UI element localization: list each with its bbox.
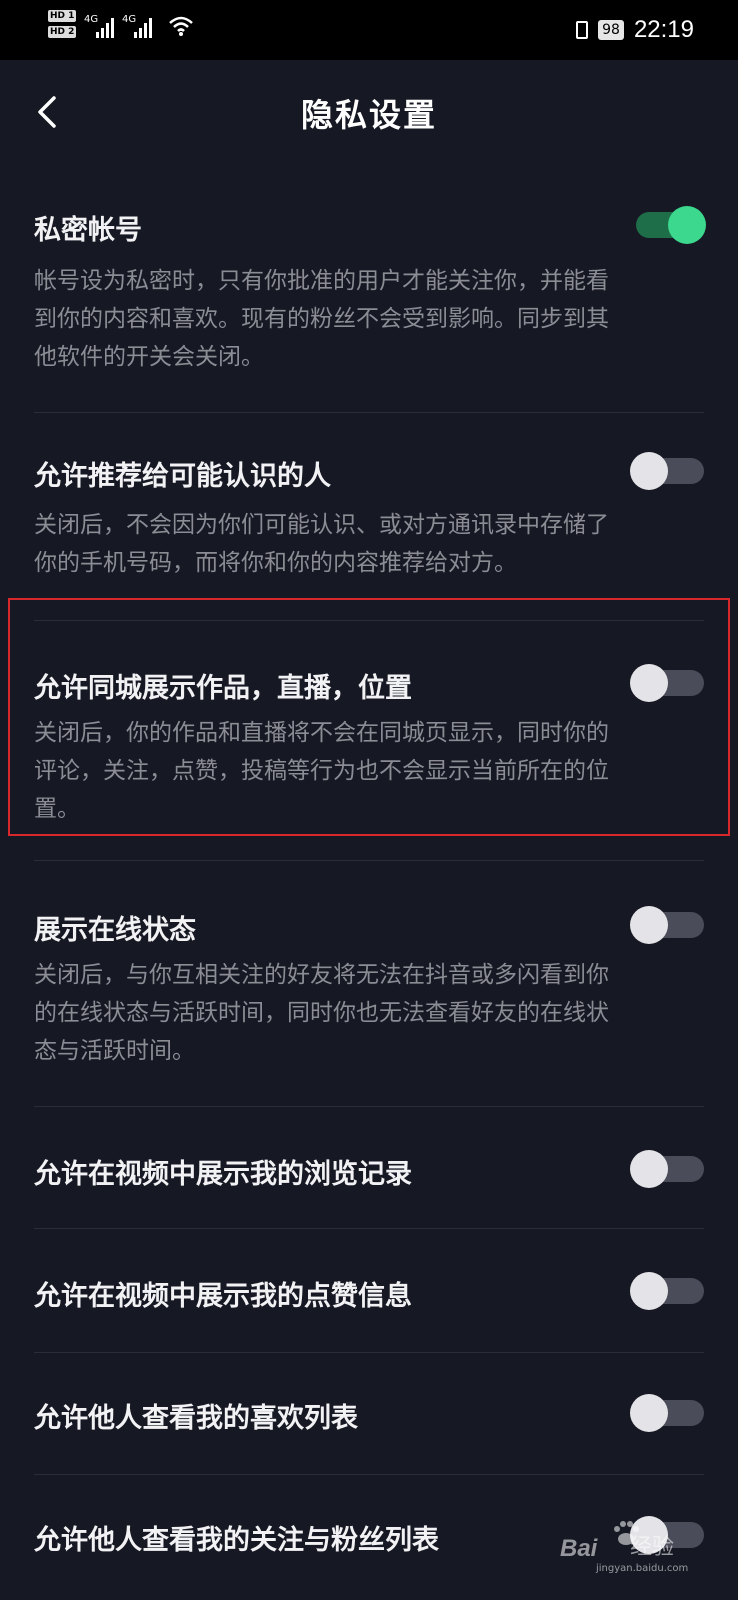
sim1-badge: HD 1 [48, 10, 77, 22]
likes-list-toggle[interactable] [630, 1394, 706, 1432]
setting-title: 展示在线状态 [34, 915, 196, 946]
watermark-brand: Bai [560, 1535, 598, 1562]
setting-like-info: 允许在视频中展示我的点赞信息 [0, 1270, 738, 1330]
desc-line: 你的手机号码，而将你和你的内容推荐给对方。 [34, 550, 517, 576]
desc-line: 他软件的开关会关闭。 [34, 344, 264, 370]
vibrate-icon [576, 21, 589, 39]
setting-title: 允许他人查看我的关注与粉丝列表 [34, 1525, 439, 1556]
page-title: 隐私设置 [300, 96, 437, 134]
setting-title: 允许在视频中展示我的浏览记录 [34, 1159, 412, 1190]
private-account-toggle[interactable] [630, 206, 706, 244]
setting-description: 帐号设为私密时，只有你批准的用户才能关注你，并能看 到你的内容和喜欢。现有的粉丝… [34, 262, 704, 376]
setting-description: 关闭后，与你互相关注的好友将无法在抖音或多闪看到你 的在线状态与活跃时间，同时你… [34, 956, 704, 1070]
divider [34, 1352, 704, 1353]
nav-bar: 隐私设置 [0, 60, 738, 170]
divider [34, 860, 704, 861]
setting-title: 允许推荐给可能认识的人 [34, 461, 331, 492]
desc-line: 关闭后，与你互相关注的好友将无法在抖音或多闪看到你 [34, 962, 609, 988]
clock: 22:19 [633, 16, 694, 43]
setting-title: 允许在视频中展示我的点赞信息 [34, 1281, 412, 1312]
setting-browse-history: 允许在视频中展示我的浏览记录 [0, 1148, 738, 1208]
setting-title: 私密帐号 [34, 215, 142, 246]
setting-recommend-to-acquaintances: 允许推荐给可能认识的人 关闭后，不会因为你们可能认识、或对方通讯录中存储了 你的… [0, 448, 738, 588]
recommend-toggle[interactable] [630, 452, 706, 490]
like-info-toggle[interactable] [630, 1272, 706, 1310]
online-status-toggle[interactable] [630, 906, 706, 944]
baidu-watermark: Bai 经验 jingyan.baidu.com [548, 1505, 728, 1575]
divider [34, 1228, 704, 1229]
status-bar: HD 1 HD 2 4G 4G 98 22:19 [0, 0, 738, 60]
desc-line: 关闭后，不会因为你们可能认识、或对方通讯录中存储了 [34, 512, 609, 538]
setting-description: 关闭后，不会因为你们可能认识、或对方通讯录中存储了 你的手机号码，而将你和你的内… [34, 506, 704, 582]
highlight-box [8, 598, 730, 836]
desc-line: 帐号设为私密时，只有你批准的用户才能关注你，并能看 [34, 268, 609, 294]
setting-title: 允许他人查看我的喜欢列表 [34, 1403, 358, 1434]
signal2-icon [134, 16, 152, 38]
desc-line: 的在线状态与活跃时间，同时你也无法查看好友的在线状 [34, 1000, 609, 1026]
battery-indicator: 98 [598, 20, 624, 40]
divider [34, 412, 704, 413]
watermark-site: jingyan.baidu.com [596, 1563, 689, 1574]
setting-private-account: 私密帐号 帐号设为私密时，只有你批准的用户才能关注你，并能看 到你的内容和喜欢。… [0, 200, 738, 370]
wifi-icon [169, 16, 193, 36]
divider [34, 1474, 704, 1475]
browse-history-toggle[interactable] [630, 1150, 706, 1188]
divider [34, 1106, 704, 1107]
desc-line: 态与活跃时间。 [34, 1038, 195, 1064]
setting-online-status: 展示在线状态 关闭后，与你互相关注的好友将无法在抖音或多闪看到你 的在线状态与活… [0, 904, 738, 1074]
watermark-jingyan: 经验 [630, 1535, 675, 1560]
desc-line: 到你的内容和喜欢。现有的粉丝不会受到影响。同步到其 [34, 306, 609, 332]
sim-indicators: HD 1 HD 2 [48, 10, 77, 42]
signal1-icon [96, 16, 114, 38]
setting-likes-list: 允许他人查看我的喜欢列表 [0, 1392, 738, 1452]
sim2-badge: HD 2 [48, 26, 77, 38]
